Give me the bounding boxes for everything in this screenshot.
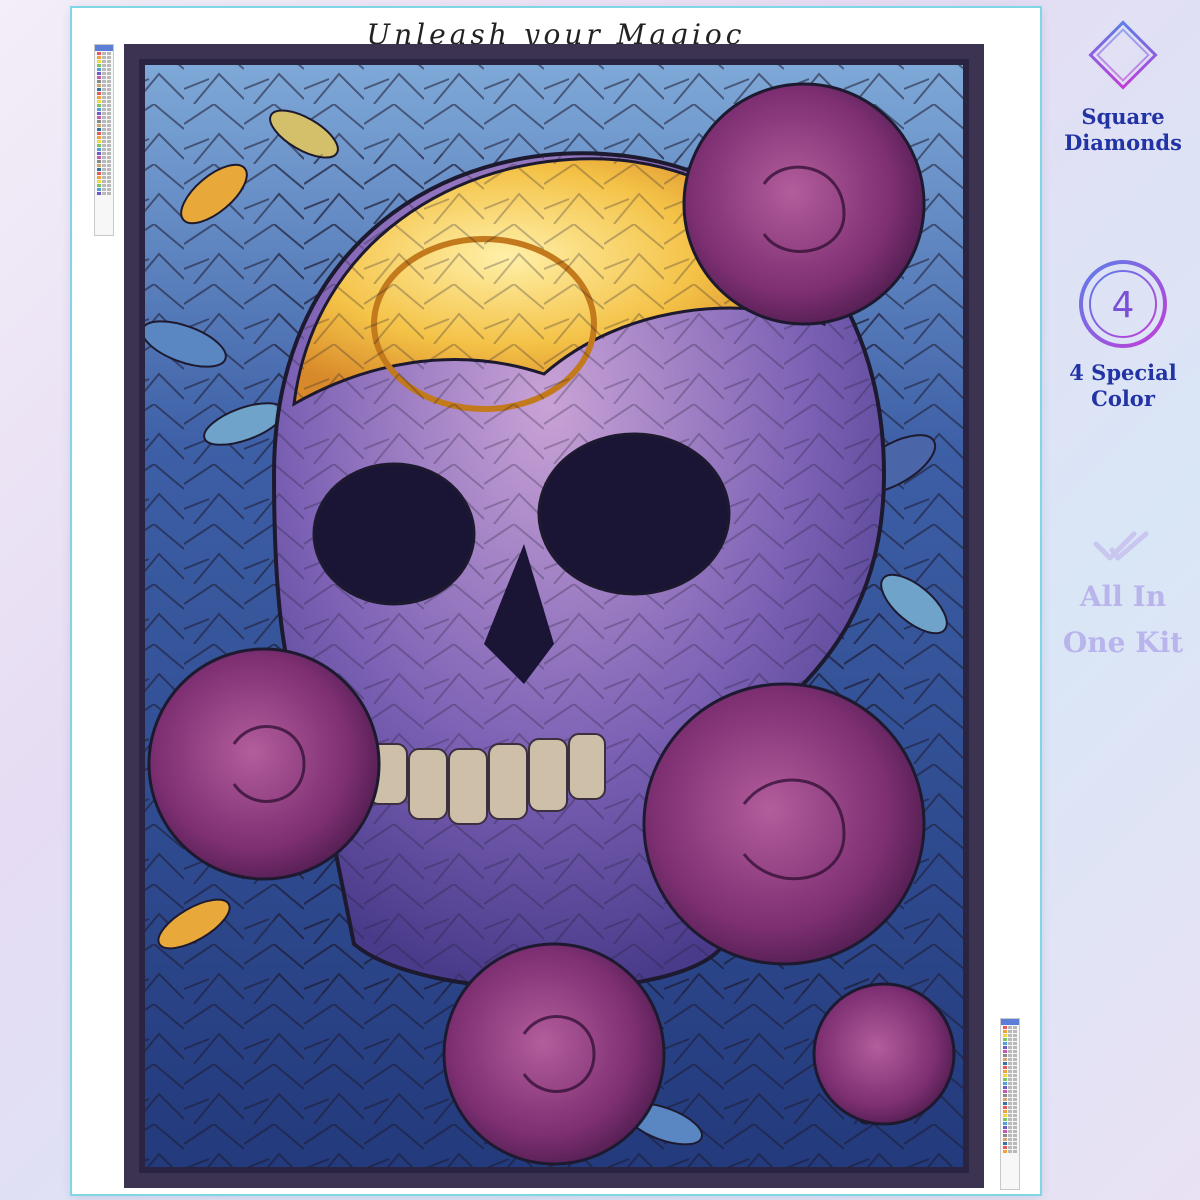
color-legend-chart-top (94, 44, 114, 236)
special-color-count: 4 (1112, 285, 1135, 326)
double-check-icon (1093, 531, 1149, 561)
feature-label: All In One Kit (1062, 580, 1184, 659)
color-legend-chart-bottom (1000, 1018, 1020, 1190)
feature-list: Square Diamonds 4 4 Special Color All In… (1046, 0, 1200, 1200)
feature-special-color: 4 4 Special Color (1046, 256, 1200, 412)
feature-square-diamonds: Square Diamonds (1046, 8, 1200, 156)
feature-label: Square Diamonds (1064, 104, 1182, 155)
feature-all-in-one-kit: All In One Kit (1046, 528, 1200, 666)
artwork-image (124, 44, 984, 1188)
feature-label: 4 Special Color (1069, 360, 1177, 411)
number-circle-icon: 4 (1079, 260, 1167, 348)
diamond-outline-icon (1088, 20, 1158, 90)
product-canvas: Unleash your Magioc (72, 8, 1040, 1194)
